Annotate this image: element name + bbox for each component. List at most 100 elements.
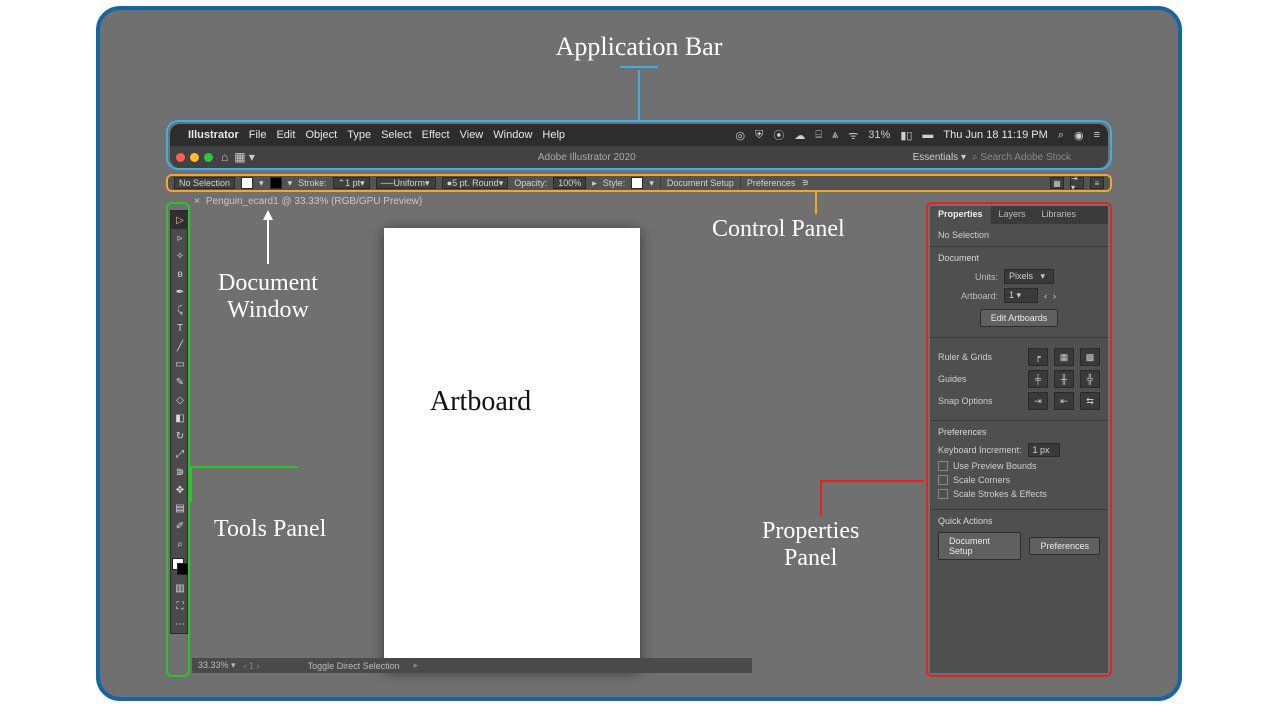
search-adobe-stock[interactable]: ⌕ Search Adobe Stock (972, 152, 1102, 163)
battery-icon[interactable]: ▮▯ (900, 129, 912, 142)
grid-icon[interactable]: ▦ (1054, 348, 1074, 366)
menu-file[interactable]: File (249, 129, 267, 141)
document-setup-button[interactable]: Document Setup (667, 178, 734, 188)
notifications-icon[interactable]: ≡ (1094, 129, 1100, 141)
menu-help[interactable]: Help (542, 129, 565, 141)
free-transform-tool[interactable]: ✥ (171, 481, 189, 499)
rectangle-tool[interactable]: ▭ (171, 355, 189, 373)
opacity-value[interactable]: 100% (553, 177, 586, 189)
spotlight-icon[interactable]: ⌕ (1058, 129, 1064, 142)
snap-point-icon[interactable]: ⇤ (1054, 392, 1074, 410)
units-dropdown[interactable]: Pixels ▾ (1004, 269, 1054, 284)
section-document: Document (938, 253, 1100, 263)
quick-preferences-button[interactable]: Preferences (1029, 537, 1100, 555)
transform-icon[interactable]: ⇥ ▾ (1070, 177, 1084, 189)
use-preview-bounds-checkbox[interactable]: Use Preview Bounds (938, 461, 1100, 471)
fill-swatch[interactable] (241, 177, 253, 189)
menu-window[interactable]: Window (493, 129, 532, 141)
menu-edit[interactable]: Edit (276, 129, 295, 141)
keyboard-increment-input[interactable]: 1 px (1028, 443, 1060, 457)
menu-select[interactable]: Select (381, 129, 412, 141)
selection-tool[interactable]: ▷ (171, 211, 189, 229)
window-controls[interactable] (176, 153, 213, 162)
artboard[interactable] (384, 228, 640, 670)
document-tab[interactable]: × Penguin_ecard1 @ 33.33% (RGB/GPU Previ… (194, 196, 422, 207)
brush-definition[interactable]: ● 5 pt. Round ▾ (442, 177, 509, 189)
cloud-icon[interactable]: ☁ (794, 129, 805, 142)
color-mode-icon[interactable]: ▥ (171, 579, 189, 597)
menu-view[interactable]: View (460, 129, 484, 141)
battery-percent[interactable]: 31% (868, 129, 890, 141)
snap-grid-icon[interactable]: ⇆ (1080, 392, 1100, 410)
menu-type[interactable]: Type (347, 129, 371, 141)
transparency-grid-icon[interactable]: ▩ (1080, 348, 1100, 366)
flag-icon[interactable]: ▬ (922, 129, 933, 141)
align-icon[interactable]: ▦ (1050, 177, 1064, 189)
scale-tool[interactable]: ⤢ (171, 445, 189, 463)
scale-strokes-effects-checkbox[interactable]: Scale Strokes & Effects (938, 489, 1100, 499)
line-tool[interactable]: ╱ (171, 337, 189, 355)
status-icon[interactable]: ⛨ (755, 129, 763, 142)
arrange-documents-icon[interactable]: ▦ ▾ (234, 150, 255, 164)
wifi-icon[interactable]: ᯤ (848, 128, 858, 143)
gradient-tool[interactable]: ▤ (171, 499, 189, 517)
next-artboard-icon[interactable]: › (1053, 291, 1056, 301)
preferences-button[interactable]: Preferences (747, 178, 796, 188)
tab-libraries[interactable]: Libraries (1034, 206, 1085, 224)
graphic-style-swatch[interactable] (631, 177, 643, 189)
status-icon[interactable]: ◎ (736, 129, 746, 142)
zoom-level[interactable]: 33.33% ▾ (198, 660, 236, 671)
airplay-icon[interactable]: ⩓ (832, 129, 838, 142)
panel-menu-icon[interactable]: ≡ (1090, 177, 1104, 189)
edit-artboards-button[interactable]: Edit Artboards (980, 309, 1059, 327)
curvature-tool[interactable]: ⤹ (171, 301, 189, 319)
prev-artboard-icon[interactable]: ‹ (1044, 291, 1047, 301)
scale-corners-checkbox[interactable]: Scale Corners (938, 475, 1100, 485)
stroke-swatch[interactable] (270, 177, 282, 189)
app-frame-bar: ⌂ ▦ ▾ Adobe Illustrator 2020 Essentials … (170, 146, 1108, 168)
status-icon[interactable]: ⦿ (773, 127, 784, 143)
siri-icon[interactable]: ◉ (1074, 129, 1084, 142)
magic-wand-tool[interactable]: ✧ (171, 247, 189, 265)
eyedropper-tool[interactable]: ✐ (171, 517, 189, 535)
edit-toolbar-icon[interactable]: ⋯ (171, 615, 189, 633)
eraser-tool[interactable]: ◧ (171, 409, 189, 427)
lasso-tool[interactable]: ʚ (171, 265, 189, 283)
workspace-switcher[interactable]: Essentials ▾ (913, 152, 966, 163)
tools-panel: ▷ ▹ ✧ ʚ ✒ ⤹ T ╱ ▭ ✎ ◇ ◧ ↻ ⤢ ⋑ ✥ ▤ ✐ ⌕ ▥ … (166, 202, 190, 677)
display-icon[interactable]: ⌸ (815, 129, 822, 142)
clock[interactable]: Thu Jun 18 11:19 PM (943, 129, 1047, 141)
snap-pixel-icon[interactable]: ⇥ (1028, 392, 1048, 410)
menu-effect[interactable]: Effect (422, 129, 450, 141)
zoom-tool[interactable]: ⌕ (171, 535, 189, 553)
quick-document-setup-button[interactable]: Document Setup (938, 532, 1021, 560)
shaper-tool[interactable]: ◇ (171, 391, 189, 409)
menu-object[interactable]: Object (305, 129, 337, 141)
fill-stroke-control[interactable] (171, 557, 189, 579)
artboard-dropdown[interactable]: 1 ▾ (1004, 288, 1038, 303)
dropdown-icon[interactable]: ▸ (592, 178, 597, 189)
ruler-icon[interactable]: ┍ (1028, 348, 1048, 366)
paintbrush-tool[interactable]: ✎ (171, 373, 189, 391)
guides-lock-icon[interactable]: ╫ (1054, 370, 1074, 388)
pen-tool[interactable]: ✒ (171, 283, 189, 301)
type-tool[interactable]: T (171, 319, 189, 337)
stroke-weight[interactable]: ⌃ 1 pt ▾ (333, 177, 370, 189)
smart-guides-icon[interactable]: ╬ (1080, 370, 1100, 388)
app-menu[interactable]: Illustrator (188, 129, 239, 141)
close-tab-icon[interactable]: × (194, 196, 200, 207)
guides-show-icon[interactable]: ╪ (1028, 370, 1048, 388)
properties-panel: Properties Layers Libraries No Selection… (926, 202, 1112, 677)
width-tool[interactable]: ⋑ (171, 463, 189, 481)
dropdown-icon[interactable]: ▾ (649, 178, 654, 189)
stroke-profile[interactable]: ── Uniform ▾ (376, 177, 436, 189)
tab-properties[interactable]: Properties (930, 206, 991, 224)
dropdown-icon[interactable]: ▾ (259, 178, 264, 189)
dropdown-icon[interactable]: ▾ (288, 178, 293, 189)
direct-selection-tool[interactable]: ▹ (171, 229, 189, 247)
screen-mode-icon[interactable]: ⛶ (171, 597, 189, 615)
home-icon[interactable]: ⌂ (221, 150, 228, 164)
rotate-tool[interactable]: ↻ (171, 427, 189, 445)
dropdown-icon[interactable]: ⚞ (801, 178, 809, 189)
tab-layers[interactable]: Layers (991, 206, 1034, 224)
